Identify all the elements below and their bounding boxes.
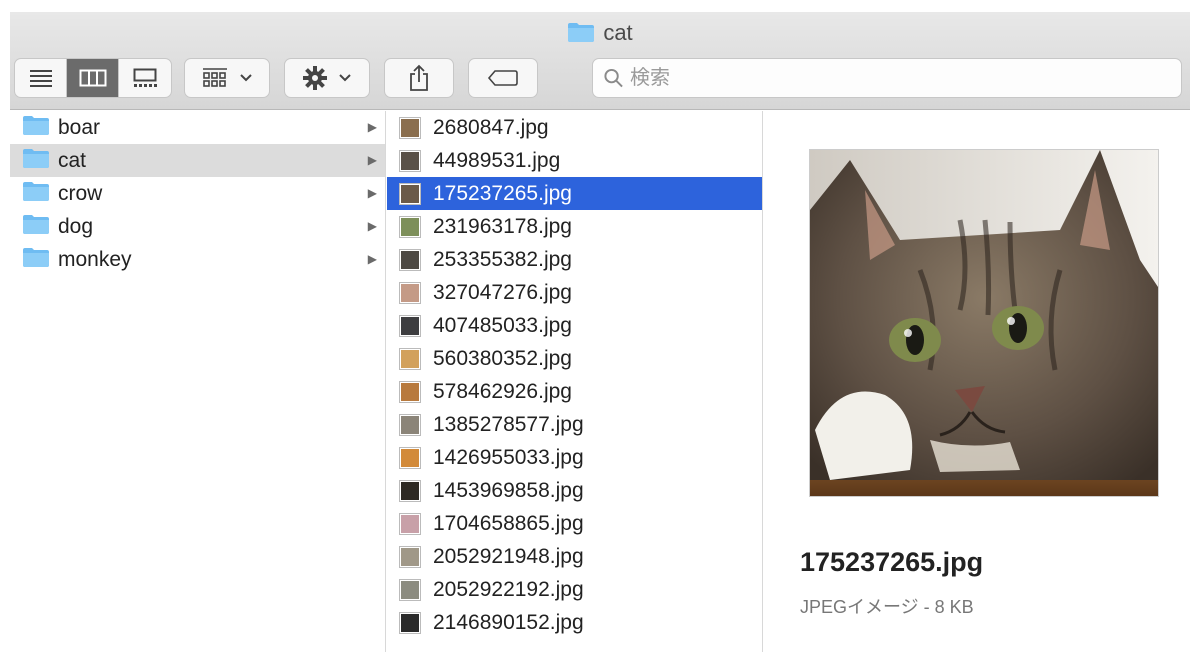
list-view-icon bbox=[29, 70, 52, 87]
file-item[interactable]: 2146890152.jpg bbox=[387, 606, 762, 639]
file-item[interactable]: 560380352.jpg bbox=[387, 342, 762, 375]
image-thumbnail-icon bbox=[399, 446, 421, 469]
folder-icon bbox=[22, 246, 50, 274]
folder-icon bbox=[22, 147, 50, 175]
file-item[interactable]: 1426955033.jpg bbox=[387, 441, 762, 474]
list-view-button[interactable] bbox=[15, 59, 67, 97]
share-icon bbox=[410, 64, 428, 91]
image-thumbnail-icon bbox=[399, 611, 421, 634]
file-label: 1704658865.jpg bbox=[433, 511, 584, 535]
file-label: 231963178.jpg bbox=[433, 214, 572, 238]
share-button[interactable] bbox=[384, 58, 454, 98]
group-icon bbox=[203, 68, 227, 87]
file-item[interactable]: 327047276.jpg bbox=[387, 276, 762, 309]
column-view-button[interactable] bbox=[67, 59, 119, 97]
file-label: 253355382.jpg bbox=[433, 247, 572, 271]
folder-column: boar ▶ cat ▶ crow ▶ dog ▶ monkey ▶ bbox=[10, 111, 386, 652]
file-label: 327047276.jpg bbox=[433, 280, 572, 304]
window-title: cat bbox=[10, 20, 1190, 49]
group-by-button[interactable] bbox=[184, 58, 270, 98]
disclosure-arrow-icon: ▶ bbox=[367, 252, 377, 266]
search-input[interactable] bbox=[629, 66, 1181, 90]
chevron-down-icon bbox=[339, 74, 351, 82]
file-item[interactable]: 407485033.jpg bbox=[387, 309, 762, 342]
file-item[interactable]: 1704658865.jpg bbox=[387, 507, 762, 540]
file-item[interactable]: 2052921948.jpg bbox=[387, 540, 762, 573]
cat-photo-preview bbox=[809, 149, 1159, 497]
file-column: 2680847.jpg 44989531.jpg 175237265.jpg 2319… bbox=[387, 111, 763, 652]
file-item[interactable]: 2680847.jpg bbox=[387, 111, 762, 144]
file-label: 578462926.jpg bbox=[433, 379, 572, 403]
image-thumbnail-icon bbox=[399, 248, 421, 271]
gear-icon bbox=[303, 66, 327, 90]
folder-label: cat bbox=[58, 148, 87, 172]
file-label: 175237265.jpg bbox=[433, 181, 572, 205]
image-thumbnail-icon bbox=[399, 314, 421, 337]
folder-icon bbox=[567, 21, 595, 49]
image-thumbnail-icon bbox=[399, 347, 421, 370]
folder-label: boar bbox=[58, 115, 101, 139]
column-view-icon bbox=[79, 69, 106, 87]
disclosure-arrow-icon: ▶ bbox=[367, 186, 377, 200]
view-mode-control bbox=[14, 58, 172, 98]
file-item[interactable]: 1453969858.jpg bbox=[387, 474, 762, 507]
file-label: 1426955033.jpg bbox=[433, 445, 584, 469]
file-item[interactable]: 1385278577.jpg bbox=[387, 408, 762, 441]
image-thumbnail-icon bbox=[399, 182, 421, 205]
folder-item-monkey[interactable]: monkey ▶ bbox=[10, 243, 385, 276]
finder-window: cat 検索 boar ▶ cat ▶ crow ▶ dog ▶ monkey … bbox=[10, 12, 1190, 652]
file-label: 2052922192.jpg bbox=[433, 577, 584, 601]
file-label: 44989531.jpg bbox=[433, 148, 561, 172]
folder-item-dog[interactable]: dog ▶ bbox=[10, 210, 385, 243]
toolbar: cat bbox=[10, 12, 1190, 110]
chevron-down-icon bbox=[240, 74, 252, 82]
image-thumbnail-icon bbox=[399, 149, 421, 172]
file-item[interactable]: 253355382.jpg bbox=[387, 243, 762, 276]
preview-file-name: 175237265.jpg bbox=[800, 547, 984, 577]
file-label: 2146890152.jpg bbox=[433, 610, 584, 634]
search-field[interactable] bbox=[592, 58, 1182, 98]
window-title-text: cat bbox=[603, 20, 633, 45]
image-thumbnail-icon bbox=[399, 281, 421, 304]
tag-button[interactable] bbox=[468, 58, 538, 98]
image-thumbnail-icon bbox=[399, 512, 421, 535]
file-label: 2680847.jpg bbox=[433, 115, 549, 139]
folder-label: crow bbox=[58, 181, 103, 205]
folder-icon bbox=[22, 114, 50, 142]
image-thumbnail-icon bbox=[399, 116, 421, 139]
folder-label: monkey bbox=[58, 247, 132, 271]
file-label: 2052921948.jpg bbox=[433, 544, 584, 568]
file-item[interactable]: 578462926.jpg bbox=[387, 375, 762, 408]
file-item[interactable]: 44989531.jpg bbox=[387, 144, 762, 177]
tag-icon bbox=[487, 70, 518, 86]
image-thumbnail-icon bbox=[399, 479, 421, 502]
folder-item-crow[interactable]: crow ▶ bbox=[10, 177, 385, 210]
preview-file-info: JPEGイメージ - 8 KB bbox=[800, 597, 974, 617]
folder-icon bbox=[22, 213, 50, 241]
file-item[interactable]: 2052922192.jpg bbox=[387, 573, 762, 606]
image-thumbnail-icon bbox=[399, 578, 421, 601]
action-button[interactable] bbox=[284, 58, 370, 98]
gallery-view-icon bbox=[133, 68, 157, 87]
image-thumbnail-icon bbox=[399, 413, 421, 436]
image-thumbnail-icon bbox=[399, 545, 421, 568]
file-label: 407485033.jpg bbox=[433, 313, 572, 337]
folder-item-cat[interactable]: cat ▶ bbox=[10, 144, 385, 177]
gallery-view-button[interactable] bbox=[119, 59, 171, 97]
file-item[interactable]: 231963178.jpg bbox=[387, 210, 762, 243]
folder-item-boar[interactable]: boar ▶ bbox=[10, 111, 385, 144]
preview-pane: 175237265.jpg JPEGイメージ - 8 KB bbox=[764, 111, 1190, 652]
folder-icon bbox=[22, 180, 50, 208]
search-icon bbox=[604, 68, 623, 88]
disclosure-arrow-icon: ▶ bbox=[367, 120, 377, 134]
image-thumbnail-icon bbox=[399, 380, 421, 403]
image-thumbnail-icon bbox=[399, 215, 421, 238]
file-label: 560380352.jpg bbox=[433, 346, 572, 370]
disclosure-arrow-icon: ▶ bbox=[367, 153, 377, 167]
file-label: 1385278577.jpg bbox=[433, 412, 584, 436]
file-label: 1453969858.jpg bbox=[433, 478, 584, 502]
folder-label: dog bbox=[58, 214, 94, 238]
file-item[interactable]: 175237265.jpg bbox=[387, 177, 762, 210]
disclosure-arrow-icon: ▶ bbox=[367, 219, 377, 233]
